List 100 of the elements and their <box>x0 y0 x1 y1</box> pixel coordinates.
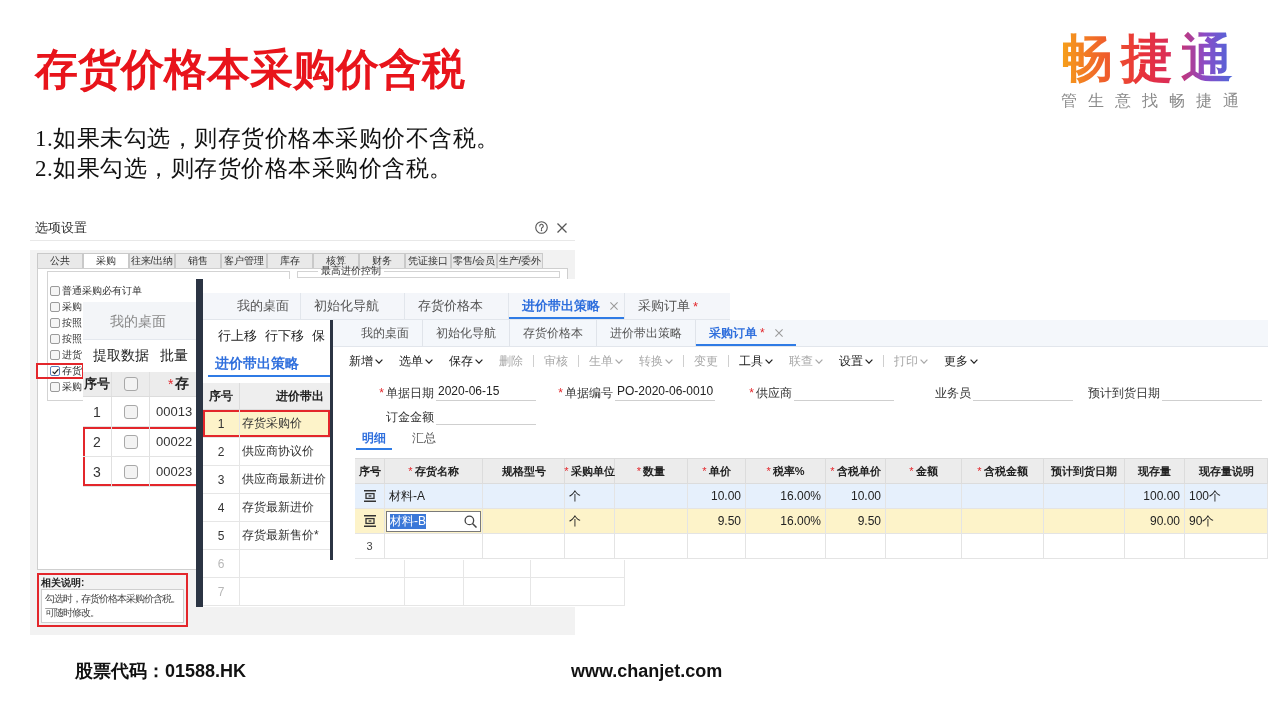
tab[interactable]: 往来/出纳 <box>129 253 175 268</box>
option-label: 普通采购必有订单 <box>62 285 142 297</box>
column-header: * 金额 <box>886 459 962 483</box>
checkbox[interactable] <box>123 464 138 479</box>
tab[interactable]: 客户管理 <box>221 253 267 268</box>
note-text: 1.如果未勾选，则存货价格本采购价不含税。 <box>35 125 500 153</box>
column-header: * 含税金额 <box>962 459 1044 483</box>
checkbox[interactable] <box>123 404 138 419</box>
tab[interactable]: 我的桌面 <box>348 320 422 346</box>
option-label: 采购 <box>62 381 82 393</box>
tab[interactable]: 初始化导航 <box>422 320 509 346</box>
field-label: * 单据编号 <box>558 386 613 400</box>
checkbox[interactable] <box>123 434 138 449</box>
checkbox[interactable] <box>50 382 60 392</box>
tab[interactable]: 销售 <box>175 253 221 268</box>
tab[interactable]: 明细 <box>356 430 392 450</box>
table-cell: 16.00% <box>746 484 826 508</box>
close-icon[interactable] <box>557 222 567 233</box>
row-handle-icon[interactable] <box>363 490 376 502</box>
table-cell: 个 <box>565 484 615 508</box>
toolbar-button[interactable]: 工具 <box>739 353 773 369</box>
option-label: 进货 <box>62 349 82 361</box>
tab[interactable]: 公共 <box>37 253 83 268</box>
table-row[interactable]: 材料-B 个 9.50 16.00% 9.50 90.00 90个 <box>355 509 1268 534</box>
table-row[interactable]: 3 00023 <box>83 457 196 487</box>
column-header: 现存量说明 <box>1185 459 1268 483</box>
note-heading: 相关说明: <box>41 576 85 589</box>
checkbox[interactable] <box>50 366 60 376</box>
row-handle-icon[interactable] <box>363 515 376 527</box>
checkbox[interactable] <box>50 334 60 344</box>
tab[interactable]: 采购订单 * <box>695 320 796 346</box>
column-header: 预计到货日期 <box>1044 459 1125 483</box>
option-label: 按照 <box>62 317 82 329</box>
toolbar-button[interactable]: 选单 <box>399 353 433 369</box>
table-cell: 4 <box>203 494 240 521</box>
checkbox[interactable] <box>123 377 138 391</box>
caret-icon <box>665 358 673 364</box>
tab[interactable]: 采购订单 * <box>624 293 728 319</box>
tab[interactable]: 生产/委外 <box>497 253 543 268</box>
column-header: 序号 <box>203 383 240 409</box>
tab[interactable]: 采购 <box>83 253 129 268</box>
table-row[interactable]: 材料-A 个 10.00 16.00% 10.00 100.00 100个 <box>355 484 1268 509</box>
table-cell-text: 存货最新进价 <box>241 499 315 516</box>
table-cell: 9.50 <box>688 509 746 533</box>
note-text: 2.如果勾选，则存货价格本采购价含税。 <box>35 155 453 183</box>
option-label: 按照 <box>62 333 82 345</box>
input-field[interactable]: 2020-06-15 <box>436 383 536 401</box>
caret-icon <box>375 358 383 364</box>
checkbox[interactable] <box>50 286 60 296</box>
table-row[interactable]: 1 存货采购价 <box>203 410 330 438</box>
checkbox[interactable] <box>50 350 60 360</box>
toolbar-button[interactable]: 行下移 <box>265 328 304 344</box>
tab[interactable]: 进价带出策略 <box>596 320 695 346</box>
input-field[interactable]: PO-2020-06-0010 <box>615 383 715 401</box>
toolbar-button[interactable]: 提取数据 <box>93 346 149 364</box>
caret-icon <box>615 358 623 364</box>
field-label: 预计到货日期 <box>1088 386 1160 400</box>
tab[interactable]: 进价带出策略 <box>508 293 624 319</box>
toolbar-button[interactable]: 批量 <box>160 346 188 364</box>
column-header: *存 <box>167 374 191 394</box>
table-cell: 90.00 <box>1125 509 1185 533</box>
website-text: www.chanjet.com <box>571 660 723 682</box>
tab[interactable]: 零售/会员 <box>451 253 497 268</box>
table-cell: 3 <box>83 457 112 486</box>
checkbox[interactable] <box>50 318 60 328</box>
table-cell: 10.00 <box>688 484 746 508</box>
table-cell: 10.00 <box>826 484 886 508</box>
slide-title: 存货价格本采购价含税 <box>35 46 465 92</box>
logo-tagline: 管生意找畅捷通 <box>1061 92 1250 110</box>
help-icon[interactable] <box>535 221 548 234</box>
tab[interactable]: 我的桌面 <box>224 293 300 319</box>
toolbar-button[interactable]: 行上移 <box>218 328 257 344</box>
toolbar-button[interactable]: 新增 <box>349 353 383 369</box>
table-row[interactable]: 2 00022 <box>83 427 196 457</box>
checkbox[interactable] <box>50 302 60 312</box>
description-text: 勾选时，存货价格本采购价含税。 可随时修改。 <box>41 589 184 623</box>
input-field[interactable]: 材料-B <box>386 510 481 532</box>
search-icon[interactable] <box>464 514 477 528</box>
tab[interactable]: 汇总 <box>406 430 442 450</box>
column-header: * 单价 <box>688 459 746 483</box>
table-cell: 2 <box>83 427 112 456</box>
table-cell-text: 存货最新售价* <box>241 527 320 544</box>
table-cell: 材料-A <box>385 484 483 508</box>
column-header: * 存货名称 <box>385 459 483 483</box>
dialog-title: 选项设置 <box>35 219 87 236</box>
toolbar-button[interactable]: 更多 <box>944 353 978 369</box>
tab[interactable]: 初始化导航 <box>300 293 404 319</box>
table-cell-text: 存货采购价 <box>241 415 303 432</box>
toolbar-button[interactable]: 设置 <box>839 353 873 369</box>
toolbar-button[interactable]: 保存 <box>449 353 483 369</box>
table-cell-text: 供应商最新进价 <box>241 471 327 488</box>
tab[interactable]: 库存 <box>267 253 313 268</box>
toolbar-button[interactable]: 保 <box>312 328 325 344</box>
tab[interactable]: 凭证接口 <box>405 253 451 268</box>
stock-code-text: 股票代码：01588.HK <box>75 660 247 682</box>
tab[interactable]: 存货价格本 <box>509 320 596 346</box>
tab[interactable]: 存货价格本 <box>404 293 508 319</box>
table-cell: 个 <box>565 509 615 533</box>
column-header: 规格型号 <box>483 459 565 483</box>
table-cell: 3 <box>366 540 373 552</box>
